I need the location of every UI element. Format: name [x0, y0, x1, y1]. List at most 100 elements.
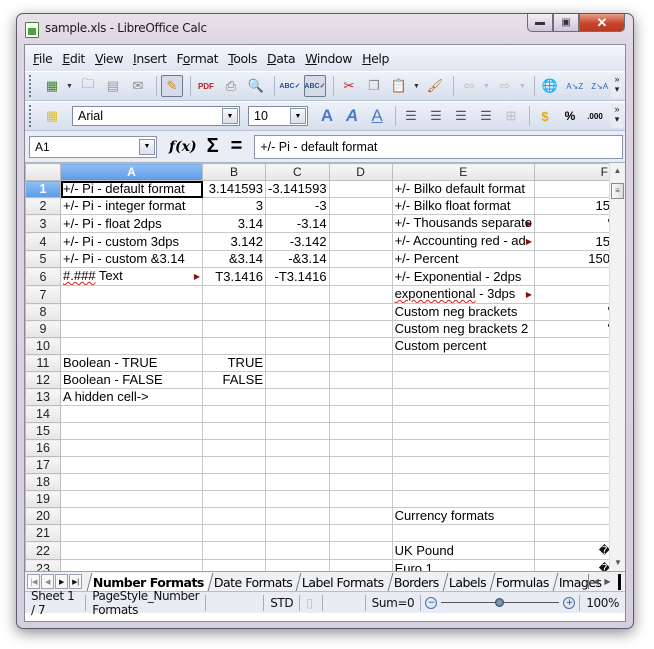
sum-display[interactable]: Sum=0 — [366, 594, 422, 611]
cell-f13[interactable] — [534, 388, 613, 406]
cell-a18[interactable] — [60, 473, 203, 491]
cell-c18[interactable] — [265, 473, 330, 491]
styles-button[interactable]: ▦ — [41, 105, 63, 127]
cell-d5[interactable] — [328, 250, 393, 268]
zoom-level[interactable]: 100% — [579, 594, 625, 611]
tab-scroll-left-icon[interactable]: ◀ — [593, 577, 599, 586]
cell-d4[interactable] — [328, 232, 393, 251]
row-header[interactable]: 10 — [25, 337, 61, 355]
scroll-up-icon[interactable]: ▲ — [610, 163, 625, 179]
row-header[interactable]: 11 — [25, 354, 61, 372]
cell-f1[interactable] — [534, 180, 613, 198]
sheet-tab-formulas[interactable]: Formulas — [489, 572, 557, 591]
cell-c19[interactable] — [265, 490, 330, 508]
row-header[interactable]: 12 — [25, 371, 61, 389]
row-header[interactable]: 1 — [25, 180, 61, 198]
cell-e2[interactable]: +/- Bilko float format — [391, 197, 536, 215]
zoom-slider[interactable]: − + — [421, 596, 579, 609]
spellcheck-button[interactable]: ABC✓ — [279, 75, 301, 97]
zoom-in-icon[interactable]: + — [563, 596, 576, 609]
cell-f16[interactable] — [534, 439, 613, 457]
cell-e17[interactable] — [391, 456, 536, 474]
cell-a10[interactable] — [60, 337, 203, 355]
menu-format[interactable]: Format — [172, 51, 224, 66]
menu-data[interactable]: Data — [263, 51, 301, 66]
row-header[interactable]: 6 — [25, 267, 61, 286]
undo-dropdown-icon[interactable]: ▼ — [483, 83, 490, 90]
cell-c5[interactable]: -&3.14 — [265, 250, 330, 268]
cell-c15[interactable] — [265, 422, 330, 440]
name-box[interactable]: A1 ▼ — [29, 135, 157, 158]
zoom-knob[interactable] — [495, 598, 505, 607]
cell-c21[interactable] — [265, 524, 330, 542]
cell-f23[interactable]: � — [534, 559, 613, 571]
cell-b22[interactable] — [202, 541, 266, 560]
sort-ascending-button[interactable]: A↘Z — [564, 75, 586, 97]
currency-button[interactable]: $ — [534, 105, 556, 127]
cell-f12[interactable] — [534, 371, 613, 389]
cell-c11[interactable] — [265, 354, 330, 372]
toolbar-grip[interactable] — [29, 75, 33, 97]
select-all-corner[interactable] — [25, 163, 61, 181]
cell-b4[interactable]: 3.142 — [202, 232, 266, 251]
cell-c17[interactable] — [265, 456, 330, 474]
cell-b5[interactable]: &3.14 — [202, 250, 266, 268]
cell-d10[interactable] — [328, 337, 393, 355]
menu-insert[interactable]: Insert — [129, 51, 172, 66]
cell-e19[interactable] — [391, 490, 536, 508]
new-dropdown-icon[interactable]: ▼ — [66, 83, 73, 90]
cell-d23[interactable] — [328, 559, 393, 571]
vertical-scrollbar[interactable]: ▲ ≡ ▼ — [609, 163, 625, 571]
cell-e5[interactable]: +/- Percent — [391, 250, 536, 268]
function-icon[interactable]: = — [231, 135, 243, 158]
cell-c12[interactable] — [265, 371, 330, 389]
cell-a12[interactable]: Boolean - FALSE — [60, 371, 203, 389]
cell-f5[interactable]: 150 — [534, 250, 613, 268]
cell-f10[interactable] — [534, 337, 613, 355]
cell-d22[interactable] — [328, 541, 393, 560]
row-header[interactable]: 13 — [25, 388, 61, 406]
cell-d3[interactable] — [328, 214, 393, 233]
cell-d21[interactable] — [328, 524, 393, 542]
cell-f18[interactable] — [534, 473, 613, 491]
cell-d2[interactable] — [328, 197, 393, 215]
cell-f9[interactable]: ' — [534, 320, 613, 338]
cell-a1[interactable]: +/- Pi - default format — [60, 180, 203, 198]
row-header[interactable]: 2 — [25, 197, 61, 215]
email-button[interactable]: ✉ — [127, 75, 149, 97]
cell-c20[interactable] — [265, 507, 330, 525]
cell-c1[interactable]: -3.141593 — [265, 180, 330, 198]
column-header-d[interactable]: D — [328, 163, 393, 181]
cut-button[interactable]: ✂ — [338, 75, 360, 97]
row-header[interactable]: 8 — [25, 303, 61, 321]
cell-d19[interactable] — [328, 490, 393, 508]
cell-e8[interactable]: Custom neg brackets — [391, 303, 536, 321]
row-header[interactable]: 19 — [25, 490, 61, 508]
cell-d9[interactable] — [328, 320, 393, 338]
sheet-tab-labels[interactable]: Labels — [442, 572, 494, 591]
scroll-down-icon[interactable]: ▼ — [610, 555, 625, 571]
font-name-combobox[interactable]: Arial ▼ — [72, 106, 240, 126]
cell-d14[interactable] — [328, 405, 393, 423]
cell-c23[interactable] — [265, 559, 330, 571]
chevron-down-icon[interactable]: ▼ — [139, 138, 155, 155]
cell-f3[interactable]: ' — [534, 214, 613, 233]
new-button[interactable]: ▦ — [41, 75, 63, 97]
cell-b1[interactable]: 3.141593 — [202, 180, 266, 198]
column-header-f[interactable]: F — [534, 163, 613, 181]
page-style[interactable]: PageStyle_Number Formats — [86, 589, 207, 617]
cell-e16[interactable] — [391, 439, 536, 457]
cell-a7[interactable] — [60, 285, 203, 304]
bold-button[interactable]: A — [316, 105, 338, 127]
cell-c13[interactable] — [265, 388, 330, 406]
zoom-track[interactable] — [441, 598, 560, 607]
clone-format-button[interactable]: 🖌 — [424, 75, 446, 97]
underline-button[interactable]: A — [366, 105, 388, 127]
merge-cells-button[interactable]: ⊞ — [500, 105, 522, 127]
cell-a14[interactable] — [60, 405, 203, 423]
cell-b6[interactable]: T3.1416 — [202, 267, 266, 286]
row-header[interactable]: 5 — [25, 250, 61, 268]
cell-b11[interactable]: TRUE — [202, 354, 266, 372]
row-header[interactable]: 21 — [25, 524, 61, 542]
cell-e18[interactable] — [391, 473, 536, 491]
